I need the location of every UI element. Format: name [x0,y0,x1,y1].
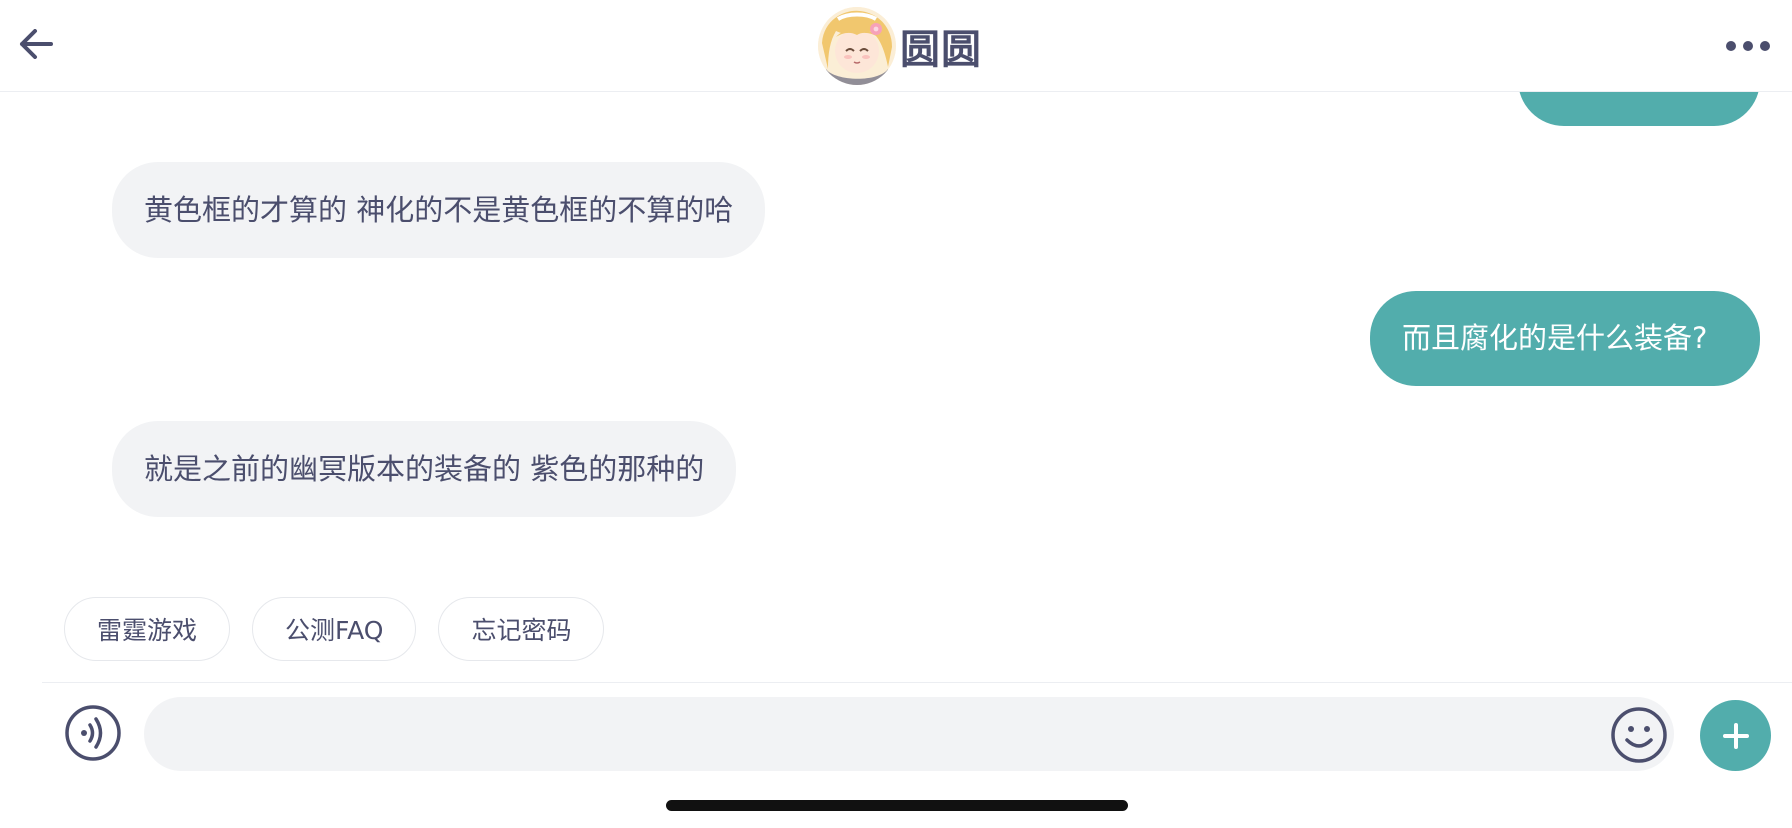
avatar-anime-girl-icon [818,7,896,85]
more-button[interactable] [1718,24,1778,68]
header: 圆圆 [0,0,1792,92]
emoji-button[interactable] [1610,706,1668,764]
quick-replies: 雷霆游戏 公测FAQ 忘记密码 [64,597,605,661]
divider [42,682,1792,683]
chip-label: 公测FAQ [285,616,384,645]
more-dots-icon [1726,41,1770,51]
chat-title: 圆圆 [900,27,982,73]
message-text: 就是之前的幽冥版本的装备的 紫色的那种的 [144,451,705,486]
message-input-wrapper[interactable] [144,697,1674,771]
message-list[interactable]: 黄色框的才算的 神化的不是黄色框的不算的哈 而且腐化的是什么装备? 就是之前的幽… [0,32,1792,562]
message-bubble-outgoing[interactable]: 而且腐化的是什么装备? [1370,291,1760,386]
home-indicator [666,800,1128,811]
voice-button[interactable] [64,704,122,762]
message-bubble-incoming[interactable]: 就是之前的幽冥版本的装备的 紫色的那种的 [112,421,737,517]
plus-icon [1722,722,1749,749]
message-text: 而且腐化的是什么装备? [1402,321,1708,355]
back-button[interactable] [14,22,58,66]
chat-title-area[interactable]: 圆圆 [818,6,982,86]
chip-label: 雷霆游戏 [97,616,198,645]
avatar[interactable] [818,7,896,85]
quick-reply-chip[interactable]: 忘记密码 [438,597,605,661]
message-text: 黄色框的才算的 神化的不是黄色框的不算的哈 [144,192,734,227]
add-button[interactable] [1700,700,1771,771]
message-input[interactable] [174,697,1594,771]
message-bubble-incoming[interactable]: 黄色框的才算的 神化的不是黄色框的不算的哈 [112,162,766,258]
voice-icon [65,705,121,761]
quick-reply-chip[interactable]: 雷霆游戏 [64,597,231,661]
chip-label: 忘记密码 [471,616,572,645]
quick-reply-chip[interactable]: 公测FAQ [252,597,417,661]
arrow-left-icon [20,29,53,59]
smiley-icon [1611,707,1667,763]
chat-screen: 圆圆 黄色框的才算的 神化的不是黄色框的不算的哈 而且腐化的是什么装备? 就是之… [0,0,1792,828]
